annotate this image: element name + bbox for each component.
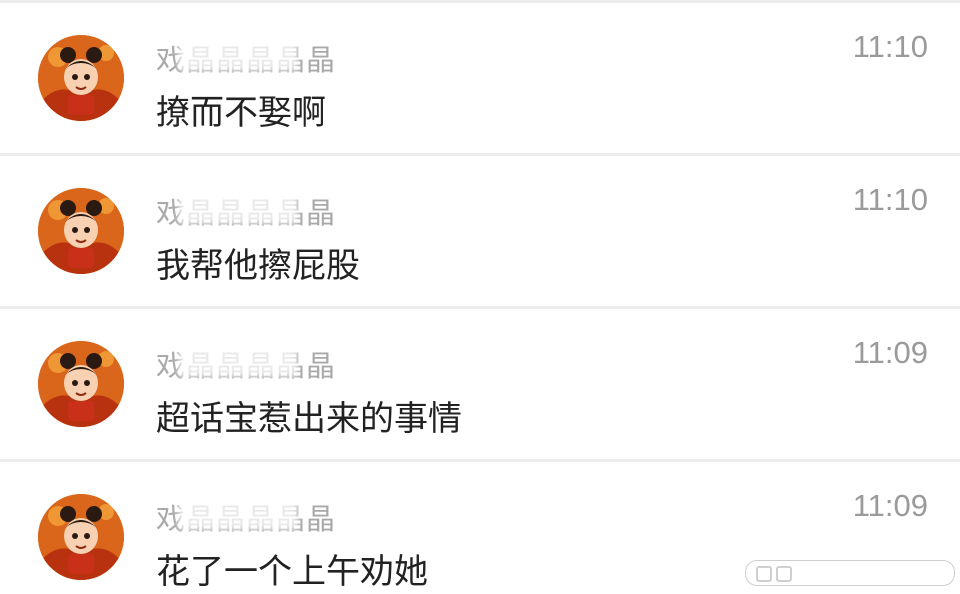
avatar[interactable] [38,494,124,580]
message-preview: 花了一个上午劝她 [156,552,428,592]
redaction-blur [178,194,298,224]
message-time: 11:09 [852,335,928,370]
cartoon-character-avatar-icon [38,341,124,427]
avatar[interactable] [38,188,124,274]
redaction-blur [178,347,298,377]
avatar[interactable] [38,341,124,427]
redaction-blur [178,500,298,530]
cartoon-character-avatar-icon [38,188,124,274]
sender-name: 戏晶晶晶晶晶 [156,190,336,232]
sender-name: 戏晶晶晶晶晶 [156,496,336,538]
sender-name: 戏晶晶晶晶晶 [156,343,336,385]
redaction-blur [178,41,298,71]
cartoon-character-avatar-icon [38,35,124,121]
chat-list-item[interactable]: 戏晶晶晶晶晶 撩而不娶啊 11:10 [0,3,960,153]
chat-list-item[interactable]: 戏晶晶晶晶晶 我帮他擦屁股 11:10 [0,156,960,306]
watermark-glyph [776,566,792,582]
cartoon-character-avatar-icon [38,494,124,580]
sender-name: 戏晶晶晶晶晶 [156,37,336,79]
chat-list: 戏晶晶晶晶晶 撩而不娶啊 11:10 戏晶晶晶 [0,0,960,594]
message-preview: 超话宝惹出来的事情 [156,399,462,439]
message-preview: 我帮他擦屁股 [156,246,360,286]
watermark-glyph [756,566,772,582]
message-preview: 撩而不娶啊 [156,93,326,133]
message-time: 11:09 [852,488,928,523]
avatar[interactable] [38,35,124,121]
chat-list-item[interactable]: 戏晶晶晶晶晶 超话宝惹出来的事情 11:09 [0,309,960,459]
message-time: 11:10 [852,182,928,217]
watermark [745,560,955,586]
message-time: 11:10 [852,29,928,64]
